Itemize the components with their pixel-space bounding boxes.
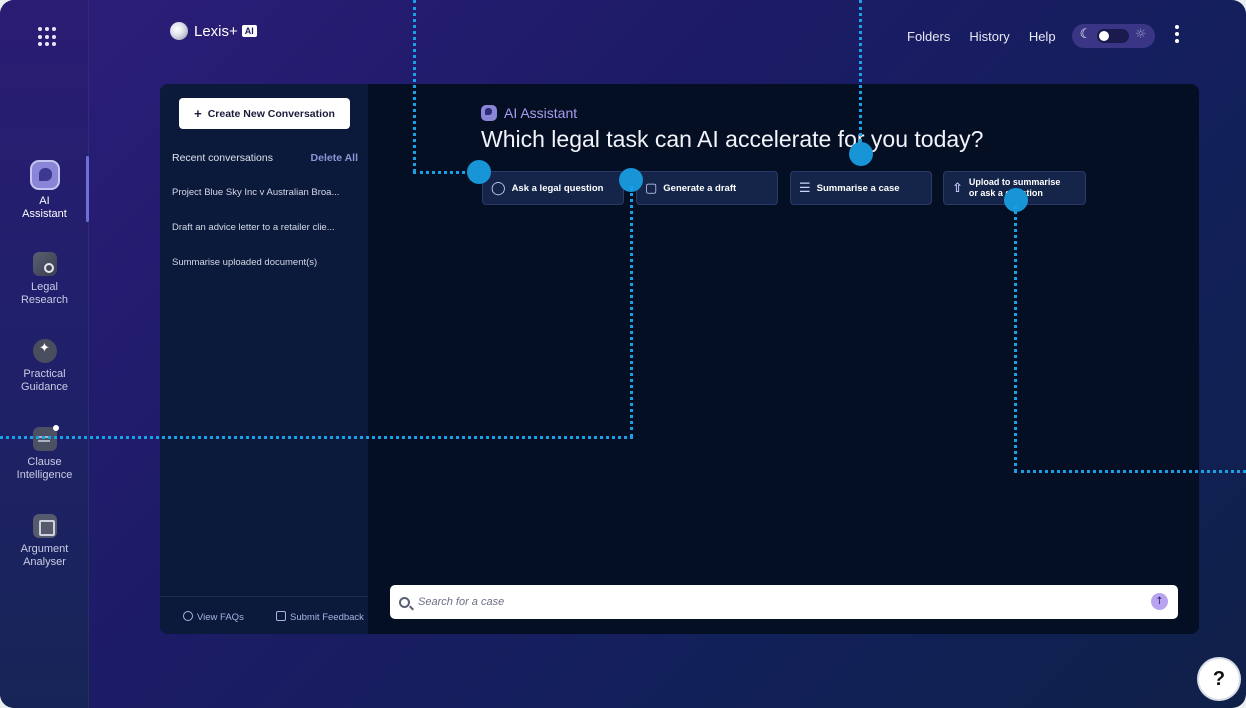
- practical-guidance-icon: [32, 339, 57, 363]
- nav-help[interactable]: Help: [1029, 29, 1056, 44]
- delete-all-button[interactable]: Delete All: [311, 152, 358, 164]
- feedback-icon: [276, 611, 286, 621]
- nav-history[interactable]: History: [969, 29, 1009, 44]
- ask-question-button[interactable]: ◯ Ask a legal question: [482, 171, 624, 205]
- theme-toggle[interactable]: ☾ ☼: [1071, 24, 1155, 48]
- toggle-knob: [1098, 31, 1109, 41]
- recent-label: Recent conversations: [172, 152, 273, 164]
- rail-item-label: Research: [20, 294, 69, 306]
- rail-item-argument-analyser[interactable]: Argument Analyser: [0, 514, 89, 569]
- rail-item-label: Guidance: [20, 381, 69, 393]
- assistant-label-text: AI Assistant: [504, 105, 578, 121]
- legal-research-icon: [32, 252, 57, 276]
- main-panel: + Create New Conversation Recent convers…: [160, 84, 1199, 634]
- view-faqs-link[interactable]: View FAQs: [183, 611, 244, 623]
- rail-item-label: Clause: [27, 456, 62, 468]
- upload-label-line1: Upload to summarise: [968, 177, 1061, 187]
- list-icon: ☰: [799, 180, 811, 196]
- summarise-case-button[interactable]: ☰ Summarise a case: [790, 171, 932, 205]
- rail-item-label: Intelligence: [16, 469, 73, 481]
- app-name: Lexis+: [194, 22, 238, 40]
- logo[interactable]: Lexis+ AI: [170, 22, 257, 40]
- ai-badge: AI: [241, 25, 257, 37]
- view-faqs-label: View FAQs: [197, 612, 244, 623]
- conversation-list: Project Blue Sky Inc v Australian Broa..…: [172, 187, 358, 292]
- upload-button[interactable]: ⇧ Upload to summarise or ask a question: [943, 171, 1086, 205]
- ask-question-label: Ask a legal question: [511, 182, 604, 194]
- search-icon: [399, 596, 410, 608]
- rail-item-label: Argument: [20, 543, 69, 555]
- lexis-logo-icon: [170, 22, 188, 40]
- more-menu-icon[interactable]: [1175, 25, 1179, 46]
- assistant-label: AI Assistant: [481, 105, 577, 121]
- clause-intelligence-icon: [32, 425, 59, 451]
- search-input[interactable]: [418, 596, 1118, 608]
- submit-feedback-link[interactable]: Submit Feedback: [276, 611, 364, 623]
- upload-icon: ⇧: [952, 180, 963, 196]
- topbar: Lexis+ AI: [170, 22, 257, 48]
- send-arrow-icon[interactable]: ↑: [1151, 593, 1168, 610]
- rail-item-label: Assistant: [22, 208, 67, 220]
- sidebar-footer: View FAQs Submit Feedback: [160, 596, 368, 634]
- nav-folders[interactable]: Folders: [907, 29, 950, 44]
- rail-item-ai-assistant[interactable]: AI Assistant: [0, 160, 89, 221]
- top-nav: Folders History Help ☾ ☼: [907, 24, 1155, 48]
- app-frame: AI Assistant Legal Research Practical Gu…: [0, 0, 1246, 708]
- app-launcher-icon[interactable]: [38, 27, 58, 47]
- create-conversation-label: Create New Conversation: [207, 107, 335, 120]
- rail-item-label: AI: [39, 195, 50, 207]
- rail-item-practical-guidance[interactable]: Practical Guidance: [0, 339, 89, 394]
- conversation-item[interactable]: Project Blue Sky Inc v Australian Broa..…: [172, 187, 358, 222]
- rail-item-label: Practical: [23, 368, 66, 380]
- generate-draft-label: Generate a draft: [663, 182, 737, 194]
- rail-item-legal-research[interactable]: Legal Research: [0, 252, 89, 307]
- left-rail: AI Assistant Legal Research Practical Gu…: [0, 0, 89, 708]
- help-button[interactable]: ?: [1199, 659, 1239, 699]
- question-circle-icon: [183, 611, 193, 621]
- ai-assistant-icon: [29, 160, 60, 190]
- argument-analyser-icon: [32, 514, 57, 538]
- ai-assistant-icon: [481, 105, 497, 121]
- chat-bubble-icon: ◯: [491, 180, 506, 196]
- recent-header: Recent conversations Delete All: [172, 152, 358, 164]
- summarise-case-label: Summarise a case: [816, 182, 900, 194]
- conversation-item[interactable]: Draft an advice letter to a retailer cli…: [172, 222, 358, 257]
- search-bar: ↑: [390, 585, 1178, 619]
- conversation-item[interactable]: Summarise uploaded document(s): [172, 257, 358, 292]
- upload-label: Upload to summarise or ask a question: [969, 177, 1061, 199]
- conversation-sidebar: + Create New Conversation Recent convers…: [160, 84, 368, 634]
- document-edit-icon: ▢: [645, 180, 658, 196]
- rail-item-label: Legal: [31, 281, 58, 293]
- generate-draft-button[interactable]: ▢ Generate a draft: [636, 171, 778, 205]
- submit-feedback-label: Submit Feedback: [290, 612, 364, 623]
- sun-icon: ☼: [1134, 27, 1147, 42]
- moon-icon: ☾: [1079, 27, 1092, 42]
- plus-icon: +: [194, 106, 202, 121]
- toggle-track: [1096, 29, 1129, 43]
- create-conversation-button[interactable]: + Create New Conversation: [179, 98, 350, 129]
- upload-label-line2: or ask a question: [968, 188, 1043, 198]
- page-title: Which legal task can AI accelerate for y…: [481, 126, 984, 152]
- rail-item-clause-intelligence[interactable]: Clause Intelligence: [0, 425, 89, 482]
- rail-item-label: Analyser: [23, 556, 66, 568]
